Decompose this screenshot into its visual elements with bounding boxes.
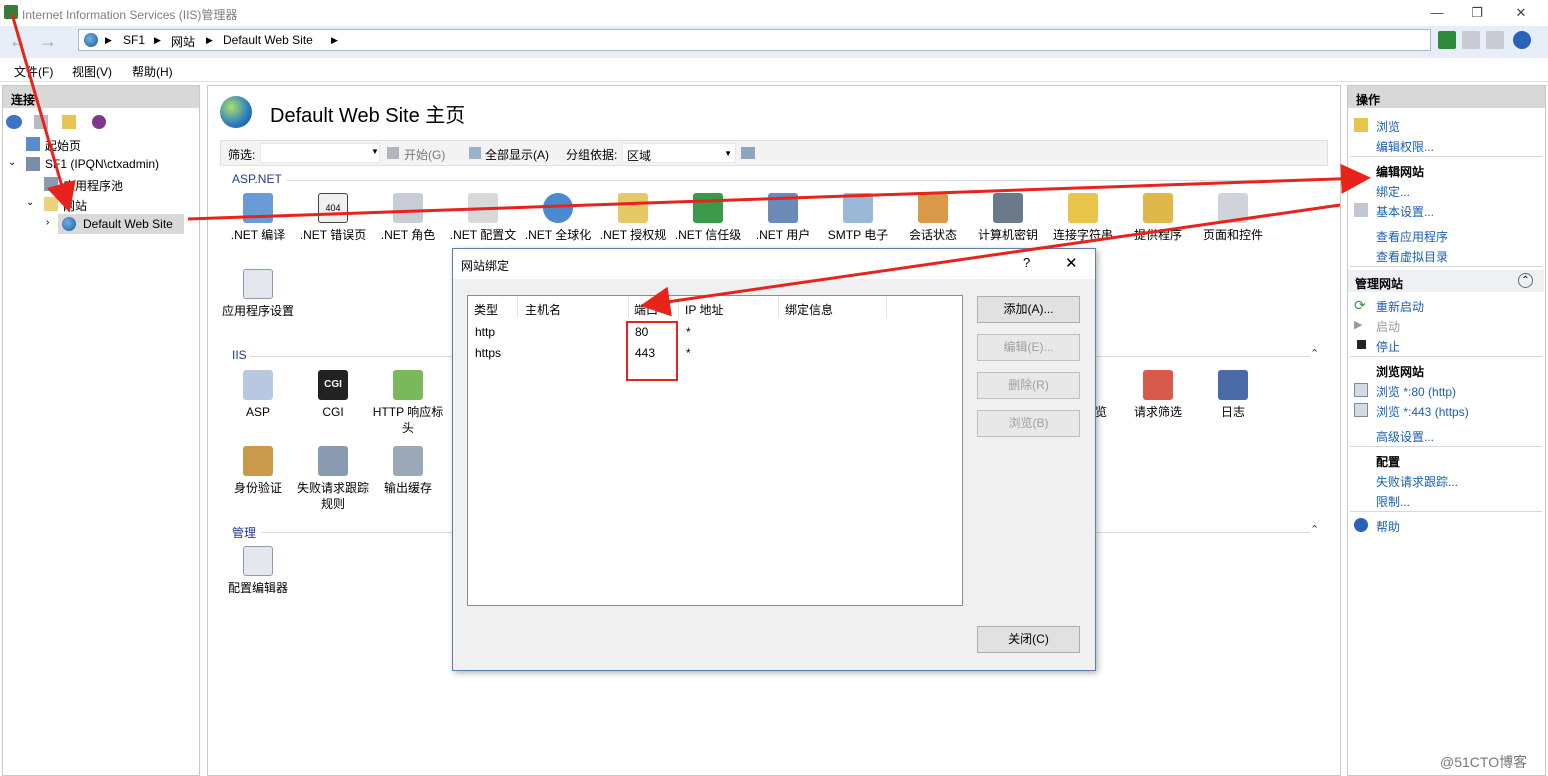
annotation-arrow	[10, 13, 76, 213]
annotation-arrows	[10, 13, 1371, 317]
annotation-arrow	[187, 163, 1371, 221]
annotation-arrow	[640, 203, 1341, 317]
watermark: @51CTO博客	[1440, 754, 1528, 770]
